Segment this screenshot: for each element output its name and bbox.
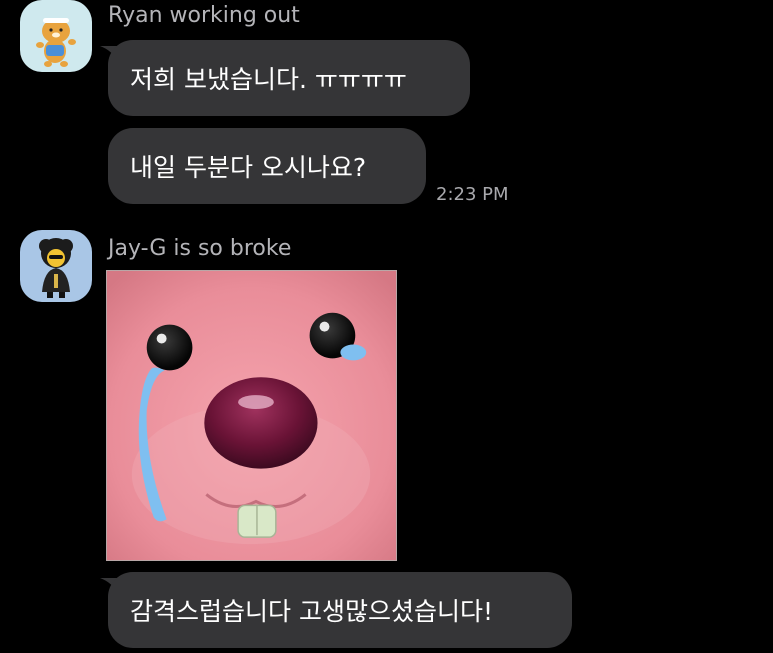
sender-name: Ryan working out — [108, 3, 300, 28]
message-bubble[interactable]: 감격스럽습니다 고생많으셨습니다! — [108, 572, 572, 648]
jay-g-avatar[interactable] — [20, 230, 92, 302]
message-text: 저희 보냈습니다. ㅠㅠㅠㅠ — [130, 65, 407, 94]
message-bubble[interactable]: 내일 두분다 오시나요? — [108, 128, 426, 204]
message-text: 감격스럽습니다 고생많으셨습니다! — [130, 597, 493, 626]
sticker-image[interactable] — [106, 270, 397, 561]
ryan-avatar[interactable] — [20, 0, 92, 72]
crying-pink-beaver-sticker-icon — [107, 271, 396, 560]
message-timestamp: 2:23 PM — [436, 184, 509, 205]
sender-name: Jay-G is so broke — [108, 236, 292, 261]
ryan-lion-avatar-icon — [20, 0, 92, 72]
message-bubble[interactable]: 저희 보냈습니다. ㅠㅠㅠㅠ — [108, 40, 470, 116]
message-text: 내일 두분다 오시나요? — [130, 153, 367, 182]
jay-g-character-avatar-icon — [20, 230, 92, 302]
